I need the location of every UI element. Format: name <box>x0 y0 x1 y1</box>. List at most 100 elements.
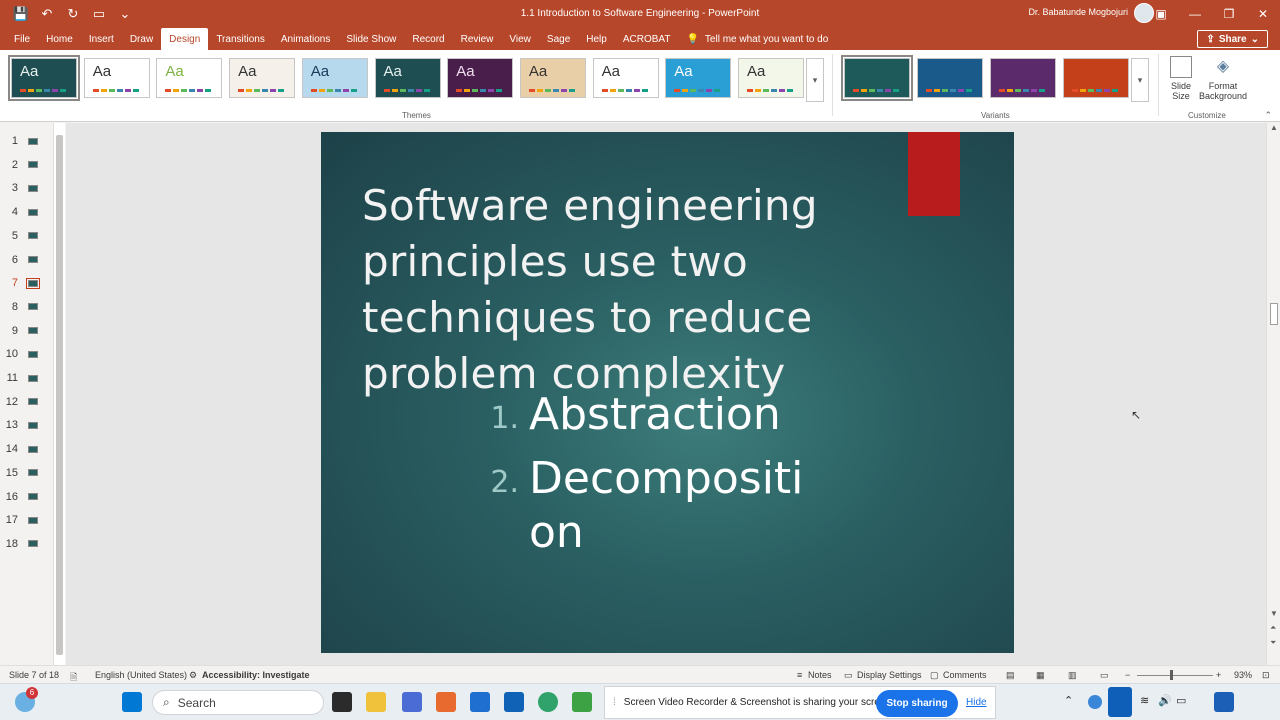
file-explorer-icon[interactable] <box>366 692 386 712</box>
redo-icon[interactable]: ↻ <box>62 4 84 24</box>
undo-icon[interactable]: ↶ <box>36 4 58 24</box>
language-indicator[interactable]: English (United States) <box>95 670 187 680</box>
save-icon[interactable]: 💾 <box>10 4 32 24</box>
comments-button[interactable]: Comments <box>943 670 987 680</box>
word-icon[interactable] <box>1214 692 1234 712</box>
theme-thumbnail[interactable]: Aa <box>519 58 586 98</box>
ribbon-display-icon[interactable]: ▣ <box>1144 0 1178 28</box>
format-background-button[interactable]: ◈ Format Background <box>1195 56 1251 101</box>
list-item[interactable]: 1. Abstraction <box>490 388 780 442</box>
next-slide-icon[interactable]: ⏷ <box>1270 638 1276 648</box>
tab-animations[interactable]: Animations <box>273 28 338 50</box>
slide-thumbnail[interactable]: 16 <box>0 487 52 507</box>
slide-thumbnail[interactable]: 11 <box>0 368 52 388</box>
maximize-icon[interactable]: ❐ <box>1212 0 1246 28</box>
theme-thumbnail[interactable]: Aa <box>229 58 296 98</box>
hide-link[interactable]: Hide <box>966 697 987 708</box>
tab-design[interactable]: Design <box>161 28 209 50</box>
theme-thumbnail[interactable]: Aa <box>374 58 441 98</box>
theme-thumbnail[interactable]: Aa <box>592 58 659 98</box>
theme-thumbnail[interactable]: Aa <box>83 58 150 98</box>
slide-thumbnail[interactable]: 3 <box>0 178 52 198</box>
slide[interactable]: Software engineering principles use two … <box>321 132 1014 653</box>
tab-acrobat[interactable]: ACROBAT <box>615 28 679 50</box>
accessibility-status[interactable]: Accessibility: Investigate <box>202 670 310 680</box>
zoom-out-icon[interactable]: − <box>1125 670 1130 680</box>
tab-help[interactable]: Help <box>578 28 615 50</box>
theme-thumbnail[interactable]: Aa <box>665 58 732 98</box>
app-icon[interactable] <box>436 692 456 712</box>
list-item[interactable]: 2. Decompositi on <box>490 452 829 560</box>
slide-sorter-icon[interactable]: ▦ <box>1036 670 1045 681</box>
tab-insert[interactable]: Insert <box>81 28 122 50</box>
collapse-ribbon-icon[interactable]: ⌃ <box>1264 110 1272 121</box>
chevron-up-icon[interactable]: ⌃ <box>1064 694 1073 707</box>
tell-me-box[interactable]: 💡 Tell me what you want to do <box>686 28 828 50</box>
variant-thumbnail[interactable] <box>1063 58 1129 98</box>
app-icon[interactable] <box>402 692 422 712</box>
slide-thumbnail[interactable]: 4 <box>0 202 52 222</box>
variant-thumbnail[interactable] <box>917 58 983 98</box>
store-icon[interactable] <box>470 692 490 712</box>
taskbar-search[interactable]: ⌕ Search <box>152 690 324 715</box>
app-icon[interactable] <box>572 692 592 712</box>
microphone-icon[interactable] <box>1108 687 1132 717</box>
variant-thumbnail[interactable] <box>841 55 913 101</box>
theme-thumbnail[interactable]: Aa <box>8 55 80 101</box>
tab-transitions[interactable]: Transitions <box>208 28 273 50</box>
zoom-in-icon[interactable]: + <box>1216 670 1221 680</box>
edge-icon[interactable] <box>538 692 558 712</box>
theme-thumbnail[interactable]: Aa <box>156 58 223 98</box>
close-icon[interactable]: ✕ <box>1246 0 1280 28</box>
previous-slide-icon[interactable]: ⏶ <box>1270 623 1276 633</box>
tab-file[interactable]: File <box>6 28 38 50</box>
volume-icon[interactable]: 🔊 <box>1158 694 1172 707</box>
reading-view-icon[interactable]: ▥ <box>1068 670 1077 681</box>
present-icon[interactable]: ▭ <box>88 4 110 24</box>
slide-thumbnail[interactable]: 15 <box>0 463 52 483</box>
scrollbar-thumb[interactable] <box>56 135 63 655</box>
theme-thumbnail[interactable]: Aa <box>447 58 514 98</box>
slide-thumbnail[interactable]: 8 <box>0 297 52 317</box>
drag-handle-icon[interactable]: ⁞ <box>613 697 616 708</box>
slide-thumbnail[interactable]: 5 <box>0 226 52 246</box>
slide-title[interactable]: Software engineering principles use two … <box>362 178 882 402</box>
zoom-level[interactable]: 93% <box>1234 670 1252 680</box>
scroll-down-icon[interactable]: ▼ <box>1270 609 1278 618</box>
scrollbar-thumb[interactable] <box>1270 303 1278 325</box>
slide-thumbnail[interactable]: 13 <box>0 415 52 435</box>
stop-sharing-button[interactable]: Stop sharing <box>876 690 958 717</box>
slide-thumbnail[interactable]: 17 <box>0 510 52 530</box>
slide-thumbnail[interactable]: 12 <box>0 392 52 412</box>
task-view-icon[interactable] <box>332 692 352 712</box>
slide-thumbnail[interactable]: 18 <box>0 534 52 554</box>
fit-slide-icon[interactable]: ⊡ <box>1262 670 1270 681</box>
notes-button[interactable]: Notes <box>808 670 832 680</box>
normal-view-icon[interactable]: ▤ <box>1006 670 1015 681</box>
variants-more-button[interactable]: ▾ <box>1131 58 1149 102</box>
slideshow-icon[interactable]: ▭ <box>1100 670 1109 681</box>
customize-qat-icon[interactable]: ⌄ <box>114 4 136 24</box>
tab-sage[interactable]: Sage <box>539 28 578 50</box>
zoom-slider-thumb[interactable] <box>1170 670 1173 680</box>
tab-record[interactable]: Record <box>404 28 452 50</box>
windows-start-icon[interactable] <box>122 692 142 712</box>
tab-draw[interactable]: Draw <box>122 28 161 50</box>
slide-thumbnail[interactable]: 1 <box>0 131 52 151</box>
variant-thumbnail[interactable] <box>990 58 1056 98</box>
theme-thumbnail[interactable]: Aa <box>738 58 804 98</box>
editor-scrollbar[interactable]: ▲ ▼ ⏶ ⏷ <box>1266 123 1280 665</box>
slide-thumbnail[interactable]: 6 <box>0 250 52 270</box>
user-name[interactable]: Dr. Babatunde Mogbojuri <box>1028 7 1128 17</box>
tab-review[interactable]: Review <box>453 28 502 50</box>
slide-thumbnail[interactable]: 14 <box>0 439 52 459</box>
slide-thumbnail[interactable]: 9 <box>0 321 52 341</box>
display-settings-button[interactable]: Display Settings <box>857 670 922 680</box>
outlook-icon[interactable] <box>504 692 524 712</box>
share-button[interactable]: ⇪ Share ⌄ <box>1197 30 1268 48</box>
onedrive-icon[interactable] <box>1088 695 1102 709</box>
minimize-icon[interactable]: — <box>1178 0 1212 28</box>
themes-more-button[interactable]: ▾ <box>806 58 824 102</box>
zoom-slider[interactable] <box>1137 675 1213 676</box>
tab-slide-show[interactable]: Slide Show <box>338 28 404 50</box>
